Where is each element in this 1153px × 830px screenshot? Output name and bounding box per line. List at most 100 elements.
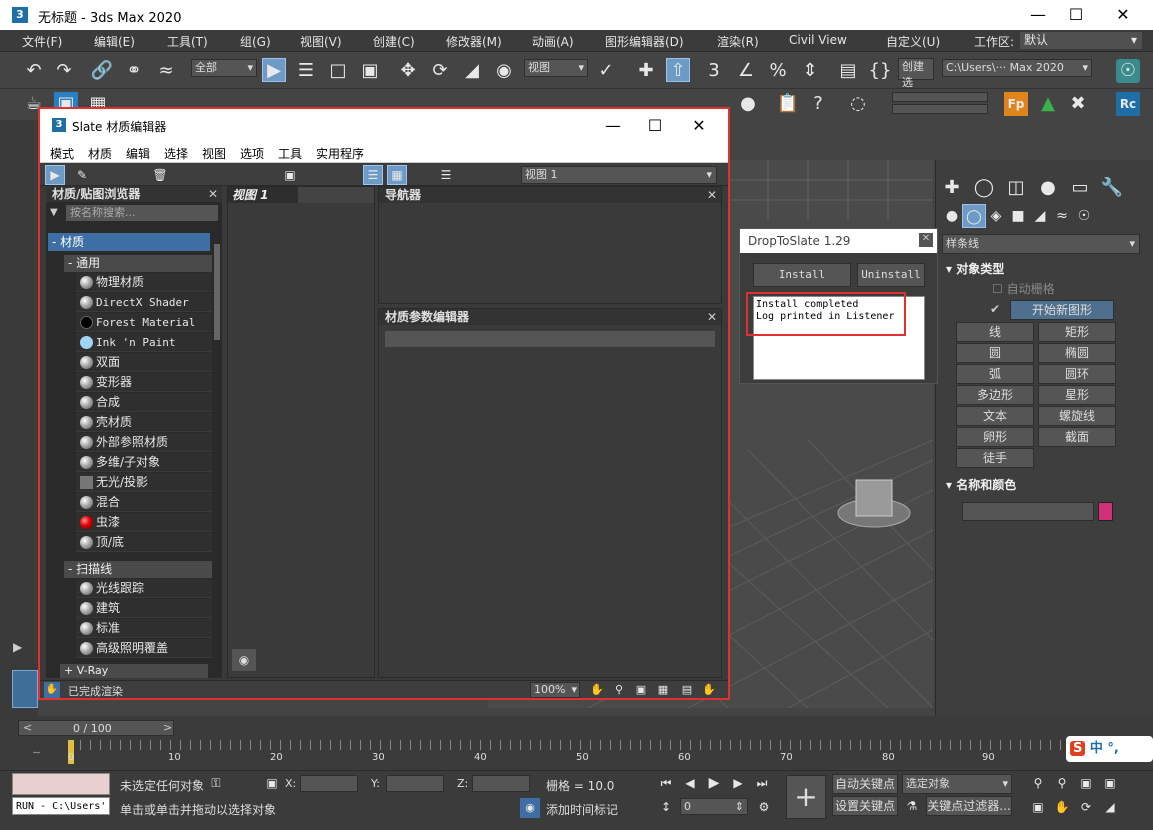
start-new-shape-button[interactable]: 开始新图形 [1010,300,1114,320]
z-coordinate-field[interactable] [472,775,530,792]
binoculars-icon[interactable]: ◉ [232,649,256,671]
shape-button-freehand[interactable]: 徒手 [956,448,1034,468]
menu-views[interactable]: 视图(V) [300,33,342,50]
slate-menu-options[interactable]: 选项 [240,145,264,162]
edit-named-selection-icon[interactable]: {} [868,59,892,83]
go-to-start-icon[interactable]: ⏮ [656,773,676,793]
orbit-icon[interactable]: ⟳ [1076,797,1096,817]
autodesk-account-icon[interactable]: ☉ [1116,59,1140,83]
slate-menu-view[interactable]: 视图 [202,145,226,162]
shape-button-star[interactable]: 星形 [1038,385,1116,405]
motion-tab-icon[interactable]: ● [1036,176,1060,200]
time-tag-icon[interactable]: ◉ [520,798,540,818]
layout-children-icon[interactable]: ▦ [387,165,407,185]
selection-filter-dropdown[interactable]: 全部 ▾ [191,59,257,77]
shape-category-dropdown[interactable]: 样条线 ▾ [942,234,1140,254]
param-editor-close-icon[interactable]: ✕ [707,309,717,325]
display-tab-icon[interactable]: ▭ [1068,176,1092,200]
helpers-icon[interactable]: ◢ [1028,204,1052,228]
menu-tools[interactable]: 工具(T) [167,33,208,50]
dotted-circle-icon[interactable]: ◌ [846,92,870,116]
menu-animation[interactable]: 动画(A) [532,33,574,50]
modify-tab-icon[interactable]: ◯ [972,176,996,200]
current-frame-spinner[interactable]: 0 ⇕ [680,798,748,815]
selection-lock-icon[interactable]: ⚿ [206,773,226,793]
param-editor-field[interactable] [385,331,715,347]
menu-customize[interactable]: 自定义(U) [886,33,940,50]
list-item[interactable]: 标准 [76,619,212,638]
redo-icon[interactable]: ↷ [52,59,76,83]
list-item[interactable]: 虫漆 [76,513,212,532]
select-object-icon[interactable]: ▶ [262,58,286,82]
move-icon[interactable]: ✥ [396,59,420,83]
help-icon[interactable]: ? [806,92,830,116]
close-button[interactable]: ✕ [1100,0,1146,30]
shape-button-donut[interactable]: 圆环 [1038,364,1116,384]
install-button[interactable]: Install [753,263,851,287]
group-general[interactable]: - 通用 [64,255,212,272]
slate-close-button[interactable]: ✕ [676,111,722,141]
group-vray[interactable]: + V-Ray [60,664,208,678]
lights-icon[interactable]: ◈ [984,204,1008,228]
list-item[interactable]: 顶/底 [76,533,212,552]
geometry-icon[interactable]: ● [940,204,964,228]
material-map-navigator-icon[interactable]: ☰ [436,165,456,185]
viewport-layout-icon[interactable] [12,670,38,708]
maximize-viewport-icon[interactable]: ◢ [1100,797,1120,817]
browser-search-input[interactable]: 按名称搜索... [66,205,218,221]
uninstall-button[interactable]: Uninstall [857,263,925,287]
tab-view-1[interactable]: 视图 1 [228,187,298,203]
list-item[interactable]: DirectX Shader [76,293,212,312]
start-new-shape-checkbox[interactable]: ✔ [990,302,1000,316]
timeline-ruler[interactable] [80,740,1090,750]
autogrid-checkbox[interactable]: ☐ 自动栅格 [992,280,1055,297]
zoom-icon[interactable]: ⚲ [610,681,628,699]
zoom-extents-all-icon[interactable]: ▣ [1076,773,1096,793]
shape-button-section[interactable]: 截面 [1038,427,1116,447]
menu-group[interactable]: 组(G) [240,33,271,50]
list-item[interactable]: 合成 [76,393,212,412]
slate-menu-select[interactable]: 选择 [164,145,188,162]
zoom-all-icon[interactable]: ⚲ [1052,773,1072,793]
zoom-region-icon[interactable]: ▣ [632,681,650,699]
slate-menu-material[interactable]: 材质 [88,145,112,162]
list-item[interactable]: 物理材质 [76,273,212,292]
menu-create[interactable]: 创建(C) [373,33,415,50]
shape-button-circle[interactable]: 圆 [956,343,1034,363]
list-item[interactable]: 光线跟踪 [76,579,212,598]
toolbar-field-2[interactable] [892,104,988,114]
slate-menu-mode[interactable]: 模式 [50,145,74,162]
window-crossing-icon[interactable]: ▣ [358,59,382,83]
keyboard-shortcut-override-icon[interactable]: ⇧ [666,58,690,82]
forest-pack-icon[interactable]: Fp [1004,92,1028,116]
slate-maximize-button[interactable]: ☐ [632,111,678,141]
utilities-tab-icon[interactable]: 🔧 [1100,176,1124,200]
navigator-close-icon[interactable]: ✕ [707,187,717,203]
list-item[interactable]: 高级照明覆盖 [76,639,212,658]
slate-menu-edit[interactable]: 编辑 [126,145,150,162]
spacewarps-icon[interactable]: ≈ [1050,204,1074,228]
zoom-viewport-icon[interactable]: ⚲ [1028,773,1048,793]
zoom-extents-icon[interactable]: ▦ [654,681,672,699]
slate-view-dropdown[interactable]: 视图 1 ▾ [521,166,717,184]
ime-indicator[interactable]: S 中 °, [1066,736,1153,762]
percent-snap-icon[interactable]: % [766,59,790,83]
play-arrow-icon[interactable]: ▶ [13,640,29,656]
set-key-big-button[interactable]: + [786,775,826,819]
time-slider[interactable]: < 0 / 100 > [18,720,174,736]
maxscript-mini-listener[interactable]: RUN - C:\Users' [12,797,110,815]
play-icon[interactable]: ▶ [704,773,724,793]
search-options-icon[interactable]: ▼ [50,207,60,218]
object-color-swatch[interactable] [1098,502,1113,521]
list-item[interactable]: 多维/子对象 [76,453,212,472]
menu-modifiers[interactable]: 修改器(M) [446,33,502,50]
menu-civil-view[interactable]: Civil View [789,33,847,47]
y-coordinate-field[interactable] [386,775,444,792]
toolbar-field-1[interactable] [892,92,988,102]
list-item[interactable]: 双面 [76,353,212,372]
zoom-extents-all-selected-icon[interactable]: ▣ [1100,773,1120,793]
tree-icon[interactable]: ▲ [1036,92,1060,116]
object-type-rollout[interactable]: ▾ 对象类型 [946,260,1004,277]
maximize-button[interactable]: ☐ [1053,0,1099,30]
time-slider-prev-icon[interactable]: < [23,721,32,734]
